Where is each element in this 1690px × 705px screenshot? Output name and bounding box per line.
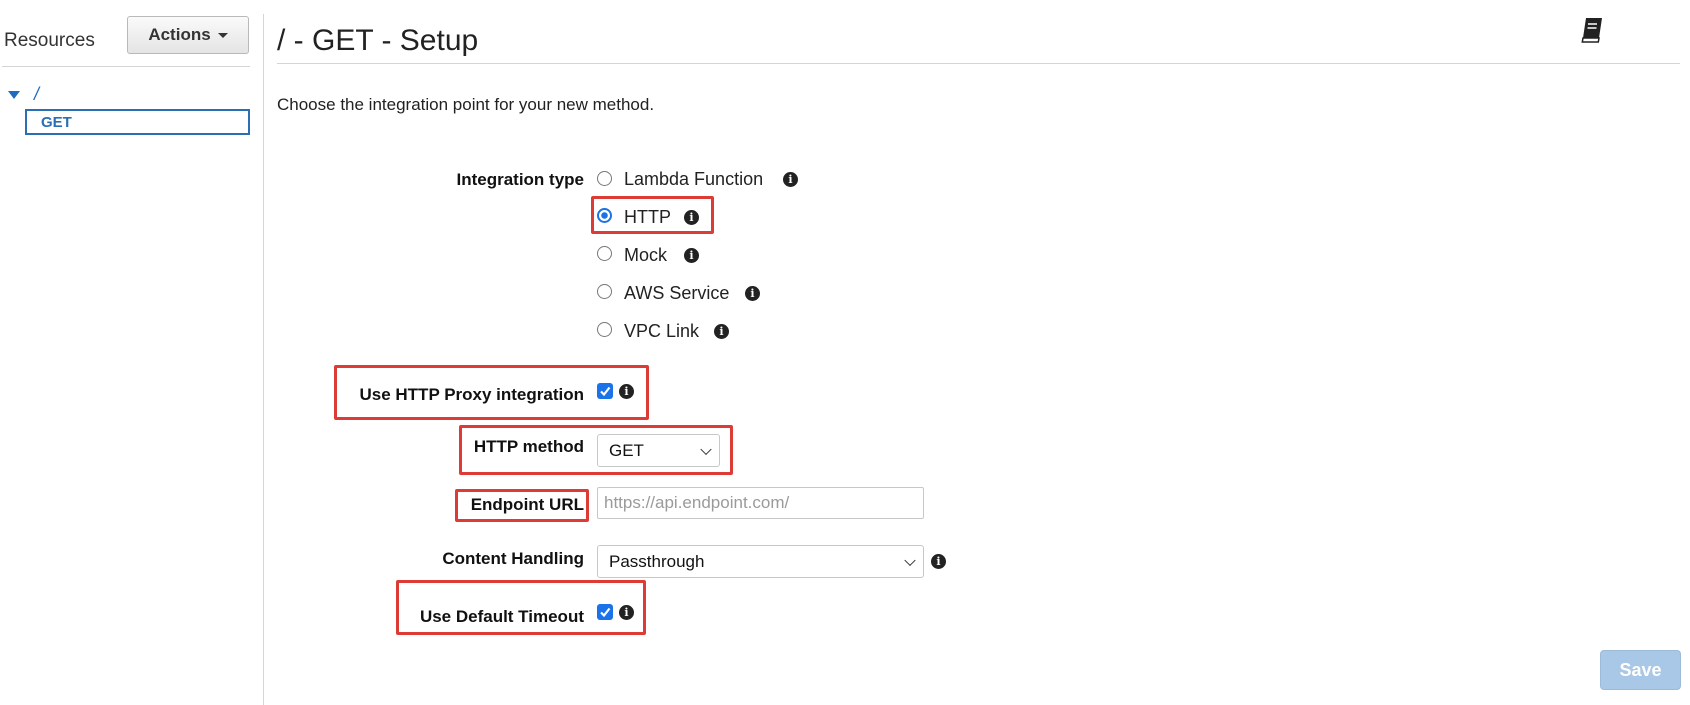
book-icon[interactable] bbox=[1578, 16, 1606, 44]
option-http-label: HTTP bbox=[624, 207, 671, 227]
content-handling-label: Content Handling bbox=[442, 549, 584, 568]
actions-button-label: Actions bbox=[148, 25, 211, 44]
resources-title: Resources bbox=[4, 30, 95, 51]
checkmark-icon bbox=[600, 386, 611, 397]
option-vpc-link-label: VPC Link bbox=[624, 321, 700, 341]
chevron-down-icon bbox=[904, 554, 916, 566]
radio-aws-service[interactable] bbox=[597, 284, 612, 299]
endpoint-url-input[interactable] bbox=[597, 487, 924, 519]
option-aws-service-label: AWS Service bbox=[624, 283, 730, 303]
info-icon[interactable]: i bbox=[619, 605, 634, 620]
panel-divider bbox=[263, 14, 264, 705]
checkmark-icon bbox=[600, 607, 611, 618]
tree-expand-icon[interactable] bbox=[8, 91, 20, 99]
radio-lambda-function[interactable] bbox=[597, 171, 612, 186]
radio-http[interactable] bbox=[597, 208, 612, 223]
divider bbox=[2, 66, 250, 67]
default-timeout-checkbox[interactable] bbox=[597, 604, 613, 620]
option-lambda-function-label: Lambda Function bbox=[624, 169, 764, 189]
http-proxy-checkbox[interactable] bbox=[597, 383, 613, 399]
radio-mock[interactable] bbox=[597, 246, 612, 261]
http-method-value: GET bbox=[609, 440, 644, 460]
info-icon[interactable]: i bbox=[684, 210, 699, 225]
http-method-label: HTTP method bbox=[473, 437, 584, 456]
info-icon[interactable]: i bbox=[931, 554, 946, 569]
info-icon[interactable]: i bbox=[745, 286, 760, 301]
save-button[interactable]: Save bbox=[1600, 650, 1681, 690]
radio-vpc-link[interactable] bbox=[597, 322, 612, 337]
info-icon[interactable]: i bbox=[714, 324, 729, 339]
tree-root-resource[interactable]: / bbox=[34, 84, 39, 105]
default-timeout-label: Use Default Timeout bbox=[419, 607, 584, 626]
option-mock-label: Mock bbox=[624, 245, 668, 265]
actions-button[interactable]: Actions bbox=[127, 16, 249, 54]
info-icon[interactable]: i bbox=[684, 248, 699, 263]
http-proxy-label: Use HTTP Proxy integration bbox=[359, 385, 584, 404]
tree-method-get[interactable]: GET bbox=[25, 109, 250, 135]
content-handling-value: Passthrough bbox=[609, 551, 705, 571]
content-handling-select[interactable]: Passthrough bbox=[597, 545, 924, 578]
header-divider bbox=[277, 63, 1680, 64]
intro-text: Choose the integration point for your ne… bbox=[277, 95, 655, 114]
info-icon[interactable]: i bbox=[783, 172, 798, 187]
caret-down-icon bbox=[217, 32, 228, 38]
http-method-select[interactable]: GET bbox=[597, 434, 720, 467]
endpoint-url-label: Endpoint URL bbox=[470, 495, 584, 514]
page-title: / - GET - Setup bbox=[277, 24, 479, 57]
info-icon[interactable]: i bbox=[619, 384, 634, 399]
chevron-down-icon bbox=[700, 443, 712, 455]
integration-type-label: Integration type bbox=[456, 170, 584, 189]
